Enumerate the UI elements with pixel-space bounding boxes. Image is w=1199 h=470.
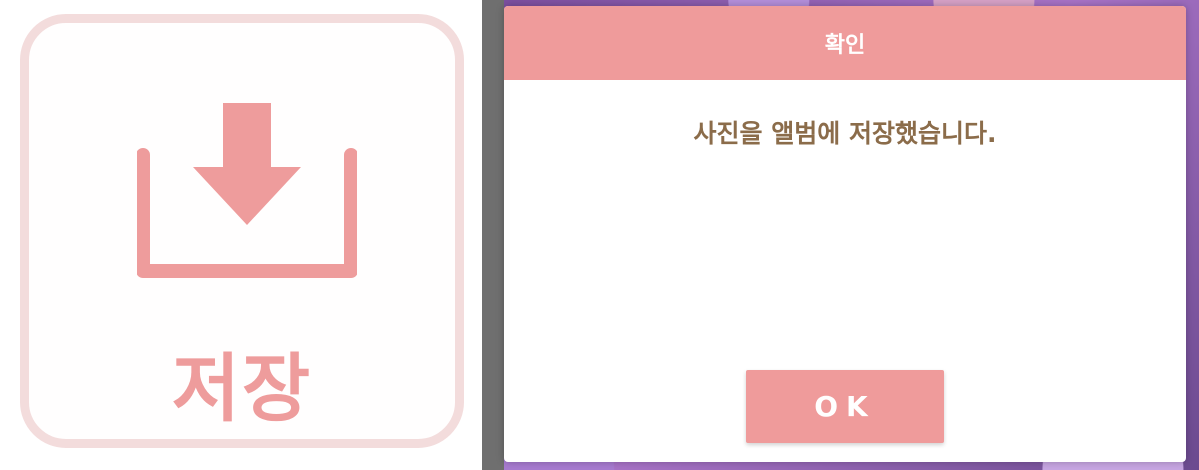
save-label: 저장 bbox=[171, 346, 313, 432]
save-button[interactable]: 저장 bbox=[20, 14, 464, 448]
dialog-title: 확인 bbox=[504, 6, 1186, 80]
ok-button[interactable]: OK bbox=[746, 370, 944, 443]
save-panel: 저장 bbox=[0, 0, 482, 470]
confirm-dialog: 확인 사진을 앨범에 저장했습니다. OK bbox=[504, 6, 1186, 462]
dialog-message: 사진을 앨범에 저장했습니다. bbox=[693, 119, 997, 148]
download-icon bbox=[137, 103, 357, 278]
dialog-backdrop bbox=[482, 0, 504, 470]
